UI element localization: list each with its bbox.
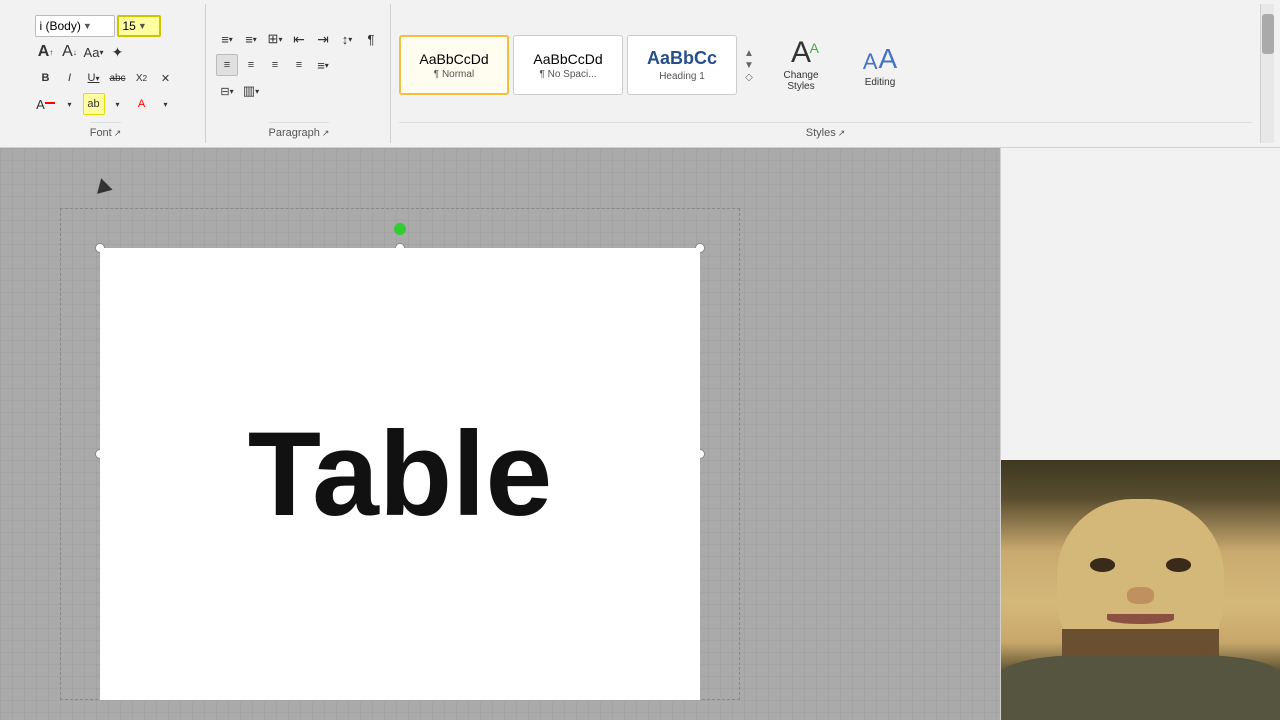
font-group-label-row: Font ↗ <box>90 122 122 139</box>
highlight-arrow[interactable]: ▾ <box>107 93 129 115</box>
font-color-arrow[interactable]: ▾ <box>59 93 81 115</box>
scrollbar-thumb[interactable] <box>1262 14 1274 54</box>
right-eye <box>1166 558 1191 572</box>
para-expand-icon[interactable]: ↗ <box>322 128 330 139</box>
nose <box>1127 587 1154 604</box>
bullets-btn[interactable]: ≡▾ <box>216 28 238 50</box>
increase-font-btn[interactable]: A↑ <box>35 41 57 63</box>
webcam-overlay <box>1001 460 1280 720</box>
para-align-row: ≡ ≡ ≡ ≡ ≡▾ <box>216 54 382 76</box>
style-no-spacing-preview: AaBbCcDd <box>533 51 602 67</box>
numbering-btn[interactable]: ≡▾ <box>240 28 262 50</box>
align-center-btn[interactable]: ≡ <box>240 54 262 76</box>
ribbon-row: i (Body) ▼ 15 ▼ A↑ A↓ Aa▾ ✦ <box>0 0 1280 147</box>
align-right-btn[interactable]: ≡ <box>264 54 286 76</box>
font-expand-icon[interactable]: ↗ <box>114 128 122 139</box>
vertical-scrollbar[interactable] <box>1260 4 1274 143</box>
styles-scroll[interactable]: ▲ ▼ ◇ <box>741 48 757 83</box>
styles-expand-icon[interactable]: ↗ <box>838 128 846 139</box>
styles-group-label: Styles <box>806 127 836 139</box>
clear-char-btn[interactable]: ✕ <box>155 67 177 89</box>
borders-btn[interactable]: ▥▾ <box>240 80 262 102</box>
style-heading1[interactable]: AaBbCc Heading 1 <box>627 35 737 95</box>
style-normal-label: ¶ Normal <box>434 69 474 80</box>
change-case-btn[interactable]: Aa▾ <box>83 41 105 63</box>
para-group-label: Paragraph <box>269 127 320 139</box>
decrease-font-btn[interactable]: A↓ <box>59 41 81 63</box>
columns-btn[interactable]: ≡▾ <box>312 54 334 76</box>
styles-scroll-up[interactable]: ▲ <box>744 48 754 59</box>
para-shading-row: ⊟▾ ▥▾ <box>216 80 382 102</box>
font-color-row: A ▾ ab ▾ A ▾ <box>35 93 177 115</box>
rotate-handle[interactable] <box>394 223 406 235</box>
document-canvas[interactable]: Table <box>0 148 1000 720</box>
highlight-btn[interactable]: ab <box>83 93 105 115</box>
shirt <box>1001 655 1280 720</box>
style-heading1-label: Heading 1 <box>659 71 705 82</box>
style-normal[interactable]: AaBbCcDd ¶ Normal <box>399 35 509 95</box>
font-size-value: 15 <box>123 19 136 33</box>
styles-group: AaBbCcDd ¶ Normal AaBbCcDd ¶ No Spaci...… <box>393 4 1258 143</box>
text-shading-arrow[interactable]: ▾ <box>155 93 177 115</box>
change-styles-btn[interactable]: A A Change Styles <box>761 30 841 100</box>
editing-label: Editing <box>865 77 896 88</box>
paragraph-group: ≡▾ ≡▾ ⊞▾ ⇤ ⇥ ↕▾ ¶ ≡ ≡ ≡ ≡ ≡▾ <box>208 4 391 143</box>
shading-btn[interactable]: ⊟▾ <box>216 80 238 102</box>
right-sidebar <box>1000 148 1280 720</box>
font-name-row: i (Body) ▼ 15 ▼ <box>35 15 177 37</box>
para-row1: ≡▾ ≡▾ ⊞▾ ⇤ ⇥ ↕▾ ¶ <box>216 28 382 50</box>
para-group-label-row: Paragraph ↗ <box>269 122 330 139</box>
font-size-dropdown[interactable]: 15 ▼ <box>117 15 161 37</box>
styles-content: AaBbCcDd ¶ Normal AaBbCcDd ¶ No Spaci...… <box>399 8 1252 122</box>
font-format-row2: B I U▾ abc X2 ✕ <box>35 67 177 89</box>
style-no-spacing[interactable]: AaBbCcDd ¶ No Spaci... <box>513 35 623 95</box>
show-para-btn[interactable]: ¶ <box>360 28 382 50</box>
style-heading1-preview: AaBbCc <box>647 48 717 69</box>
strikethrough-btn[interactable]: abc <box>107 67 129 89</box>
change-styles-label: Change Styles <box>783 70 818 92</box>
multilevel-btn[interactable]: ⊞▾ <box>264 28 286 50</box>
font-group: i (Body) ▼ 15 ▼ A↑ A↓ Aa▾ ✦ <box>6 4 206 143</box>
font-color-btn[interactable]: A <box>35 93 57 115</box>
font-size-arrow: ▼ <box>138 21 147 31</box>
font-group-label: Font <box>90 127 112 139</box>
editing-btn[interactable]: A A Editing <box>845 30 915 100</box>
text-box-inner[interactable]: Table <box>100 248 700 700</box>
clear-format-btn[interactable]: ✦ <box>107 41 129 63</box>
text-box-container[interactable]: Table <box>60 208 740 700</box>
align-justify-btn[interactable]: ≡ <box>288 54 310 76</box>
styles-scroll-down[interactable]: ▼ <box>744 60 754 71</box>
font-name-arrow: ▼ <box>83 21 92 31</box>
font-name-value: i (Body) <box>40 19 81 33</box>
decrease-indent-btn[interactable]: ⇤ <box>288 28 310 50</box>
styles-scroll-more[interactable]: ◇ <box>745 72 753 83</box>
change-styles-icon: A A <box>791 38 811 68</box>
bold-btn[interactable]: B <box>35 67 57 89</box>
ribbon: i (Body) ▼ 15 ▼ A↑ A↓ Aa▾ ✦ <box>0 0 1280 148</box>
font-group-inner: i (Body) ▼ 15 ▼ A↑ A↓ Aa▾ ✦ <box>35 8 177 122</box>
font-format-row1: A↑ A↓ Aa▾ ✦ <box>35 41 177 63</box>
left-eye <box>1090 558 1115 572</box>
subscript-btn[interactable]: X2 <box>131 67 153 89</box>
underline-btn[interactable]: U▾ <box>83 67 105 89</box>
styles-group-label-row: Styles ↗ <box>399 122 1252 139</box>
document-text: Table <box>248 414 553 534</box>
para-group-inner: ≡▾ ≡▾ ⊞▾ ⇤ ⇥ ↕▾ ¶ ≡ ≡ ≡ ≡ ≡▾ <box>216 8 382 122</box>
style-no-spacing-label: ¶ No Spaci... <box>539 69 596 80</box>
italic-btn[interactable]: I <box>59 67 81 89</box>
webcam-bg <box>1001 460 1280 720</box>
editing-icon: A A <box>863 43 897 75</box>
line-spacing-btn[interactable]: ↕▾ <box>336 28 358 50</box>
increase-indent-btn[interactable]: ⇥ <box>312 28 334 50</box>
style-normal-preview: AaBbCcDd <box>419 51 488 67</box>
mouth <box>1107 614 1174 624</box>
webcam-face <box>1001 460 1280 720</box>
main-area: Table <box>0 148 1280 720</box>
font-name-dropdown[interactable]: i (Body) ▼ <box>35 15 115 37</box>
text-shading-btn[interactable]: A <box>131 93 153 115</box>
align-left-btn[interactable]: ≡ <box>216 54 238 76</box>
